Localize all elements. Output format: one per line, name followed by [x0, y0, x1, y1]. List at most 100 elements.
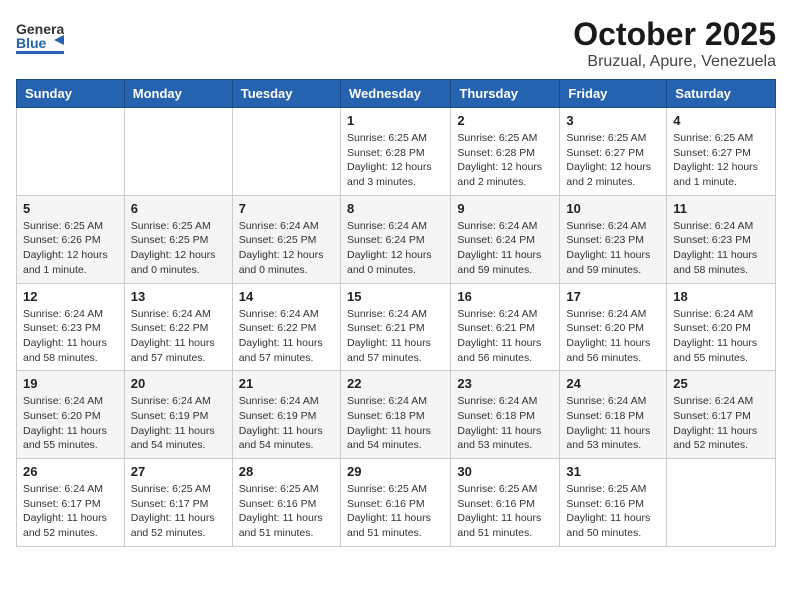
day-number: 23 [457, 376, 553, 391]
day-number: 30 [457, 464, 553, 479]
calendar-week-3: 19 Sunrise: 6:24 AM Sunset: 6:20 PM Dayli… [17, 371, 776, 459]
weekday-tuesday: Tuesday [232, 80, 340, 108]
day-number: 9 [457, 201, 553, 216]
day-detail: Sunrise: 6:24 AM Sunset: 6:21 PM Dayligh… [347, 307, 444, 366]
day-detail: Sunrise: 6:25 AM Sunset: 6:27 PM Dayligh… [673, 131, 769, 190]
page-header: General Blue October 2025 Bruzual, Apure… [16, 16, 776, 71]
calendar-cell: 31 Sunrise: 6:25 AM Sunset: 6:16 PM Dayli… [560, 459, 667, 547]
day-number: 31 [566, 464, 660, 479]
calendar-cell: 30 Sunrise: 6:25 AM Sunset: 6:16 PM Dayli… [451, 459, 560, 547]
day-number: 1 [347, 113, 444, 128]
calendar-cell [667, 459, 776, 547]
weekday-header-row: SundayMondayTuesdayWednesdayThursdayFrid… [17, 80, 776, 108]
calendar-week-0: 1 Sunrise: 6:25 AM Sunset: 6:28 PM Daylig… [17, 108, 776, 196]
calendar-cell: 25Sunrise: 6:24 AM Sunset: 6:17 PM Dayli… [667, 371, 776, 459]
day-detail: Sunrise: 6:25 AM Sunset: 6:25 PM Dayligh… [131, 219, 226, 278]
calendar-cell: 9 Sunrise: 6:24 AM Sunset: 6:24 PM Daylig… [451, 195, 560, 283]
day-detail: Sunrise: 6:25 AM Sunset: 6:28 PM Dayligh… [347, 131, 444, 190]
day-number: 3 [566, 113, 660, 128]
day-detail: Sunrise: 6:25 AM Sunset: 6:16 PM Dayligh… [347, 482, 444, 541]
calendar-cell: 5 Sunrise: 6:25 AM Sunset: 6:26 PM Daylig… [17, 195, 125, 283]
day-detail: Sunrise: 6:24 AM Sunset: 6:18 PM Dayligh… [347, 394, 444, 453]
day-detail: Sunrise: 6:25 AM Sunset: 6:28 PM Dayligh… [457, 131, 553, 190]
calendar-body: 1 Sunrise: 6:25 AM Sunset: 6:28 PM Daylig… [17, 108, 776, 547]
day-number: 13 [131, 289, 226, 304]
calendar-cell [124, 108, 232, 196]
day-number: 14 [239, 289, 334, 304]
calendar-cell: 27 Sunrise: 6:25 AM Sunset: 6:17 PM Dayli… [124, 459, 232, 547]
day-number: 11 [673, 201, 769, 216]
day-number: 10 [566, 201, 660, 216]
calendar-cell: 17Sunrise: 6:24 AM Sunset: 6:20 PM Dayli… [560, 283, 667, 371]
day-detail: Sunrise: 6:25 AM Sunset: 6:16 PM Dayligh… [566, 482, 660, 541]
day-number: 16 [457, 289, 553, 304]
day-number: 20 [131, 376, 226, 391]
day-number: 4 [673, 113, 769, 128]
day-detail: Sunrise: 6:25 AM Sunset: 6:26 PM Dayligh… [23, 219, 118, 278]
day-detail: Sunrise: 6:24 AM Sunset: 6:23 PM Dayligh… [566, 219, 660, 278]
calendar-cell: 6 Sunrise: 6:25 AM Sunset: 6:25 PM Daylig… [124, 195, 232, 283]
calendar-cell: 2 Sunrise: 6:25 AM Sunset: 6:28 PM Daylig… [451, 108, 560, 196]
weekday-sunday: Sunday [17, 80, 125, 108]
calendar-cell: 28Sunrise: 6:25 AM Sunset: 6:16 PM Dayli… [232, 459, 340, 547]
calendar-cell: 21Sunrise: 6:24 AM Sunset: 6:19 PM Dayli… [232, 371, 340, 459]
calendar-week-4: 26 Sunrise: 6:24 AM Sunset: 6:17 PM Dayli… [17, 459, 776, 547]
day-number: 22 [347, 376, 444, 391]
day-detail: Sunrise: 6:24 AM Sunset: 6:20 PM Dayligh… [673, 307, 769, 366]
day-detail: Sunrise: 6:24 AM Sunset: 6:20 PM Dayligh… [23, 394, 118, 453]
day-detail: Sunrise: 6:24 AM Sunset: 6:22 PM Dayligh… [131, 307, 226, 366]
calendar-cell: 29 Sunrise: 6:25 AM Sunset: 6:16 PM Dayli… [340, 459, 450, 547]
day-number: 27 [131, 464, 226, 479]
calendar-cell: 15Sunrise: 6:24 AM Sunset: 6:21 PM Dayli… [340, 283, 450, 371]
calendar-cell: 11 Sunrise: 6:24 AM Sunset: 6:23 PM Dayli… [667, 195, 776, 283]
day-detail: Sunrise: 6:24 AM Sunset: 6:24 PM Dayligh… [347, 219, 444, 278]
day-detail: Sunrise: 6:24 AM Sunset: 6:23 PM Dayligh… [673, 219, 769, 278]
calendar-cell: 7Sunrise: 6:24 AM Sunset: 6:25 PM Daylig… [232, 195, 340, 283]
calendar-cell: 16 Sunrise: 6:24 AM Sunset: 6:21 PM Dayli… [451, 283, 560, 371]
title-block: October 2025 Bruzual, Apure, Venezuela [573, 16, 776, 71]
day-detail: Sunrise: 6:24 AM Sunset: 6:21 PM Dayligh… [457, 307, 553, 366]
calendar-cell: 22 Sunrise: 6:24 AM Sunset: 6:18 PM Dayli… [340, 371, 450, 459]
month-title: October 2025 [573, 16, 776, 53]
calendar-cell: 8Sunrise: 6:24 AM Sunset: 6:24 PM Daylig… [340, 195, 450, 283]
day-detail: Sunrise: 6:24 AM Sunset: 6:17 PM Dayligh… [23, 482, 118, 541]
day-detail: Sunrise: 6:24 AM Sunset: 6:19 PM Dayligh… [131, 394, 226, 453]
day-number: 2 [457, 113, 553, 128]
location-title: Bruzual, Apure, Venezuela [573, 53, 776, 71]
day-detail: Sunrise: 6:25 AM Sunset: 6:16 PM Dayligh… [457, 482, 553, 541]
day-number: 29 [347, 464, 444, 479]
day-number: 5 [23, 201, 118, 216]
day-detail: Sunrise: 6:24 AM Sunset: 6:18 PM Dayligh… [457, 394, 553, 453]
weekday-saturday: Saturday [667, 80, 776, 108]
day-detail: Sunrise: 6:25 AM Sunset: 6:17 PM Dayligh… [131, 482, 226, 541]
weekday-friday: Friday [560, 80, 667, 108]
calendar-cell: 26 Sunrise: 6:24 AM Sunset: 6:17 PM Dayli… [17, 459, 125, 547]
weekday-thursday: Thursday [451, 80, 560, 108]
logo-icon: General Blue [16, 16, 64, 58]
calendar-week-2: 12 Sunrise: 6:24 AM Sunset: 6:23 PM Dayli… [17, 283, 776, 371]
logo: General Blue [16, 16, 70, 63]
calendar-cell: 13 Sunrise: 6:24 AM Sunset: 6:22 PM Dayli… [124, 283, 232, 371]
day-number: 17 [566, 289, 660, 304]
day-number: 12 [23, 289, 118, 304]
calendar-cell: 20 Sunrise: 6:24 AM Sunset: 6:19 PM Dayli… [124, 371, 232, 459]
day-number: 26 [23, 464, 118, 479]
day-number: 24 [566, 376, 660, 391]
svg-text:Blue: Blue [16, 35, 47, 51]
day-number: 21 [239, 376, 334, 391]
day-detail: Sunrise: 6:24 AM Sunset: 6:23 PM Dayligh… [23, 307, 118, 366]
day-number: 19 [23, 376, 118, 391]
day-number: 6 [131, 201, 226, 216]
day-detail: Sunrise: 6:24 AM Sunset: 6:24 PM Dayligh… [457, 219, 553, 278]
day-detail: Sunrise: 6:24 AM Sunset: 6:25 PM Dayligh… [239, 219, 334, 278]
calendar-cell: 12 Sunrise: 6:24 AM Sunset: 6:23 PM Dayli… [17, 283, 125, 371]
calendar-cell [17, 108, 125, 196]
calendar-cell: 24Sunrise: 6:24 AM Sunset: 6:18 PM Dayli… [560, 371, 667, 459]
day-number: 18 [673, 289, 769, 304]
calendar-cell: 3Sunrise: 6:25 AM Sunset: 6:27 PM Daylig… [560, 108, 667, 196]
day-detail: Sunrise: 6:24 AM Sunset: 6:17 PM Dayligh… [673, 394, 769, 453]
calendar-cell: 18 Sunrise: 6:24 AM Sunset: 6:20 PM Dayli… [667, 283, 776, 371]
calendar-cell: 4 Sunrise: 6:25 AM Sunset: 6:27 PM Daylig… [667, 108, 776, 196]
weekday-wednesday: Wednesday [340, 80, 450, 108]
calendar-cell: 14Sunrise: 6:24 AM Sunset: 6:22 PM Dayli… [232, 283, 340, 371]
